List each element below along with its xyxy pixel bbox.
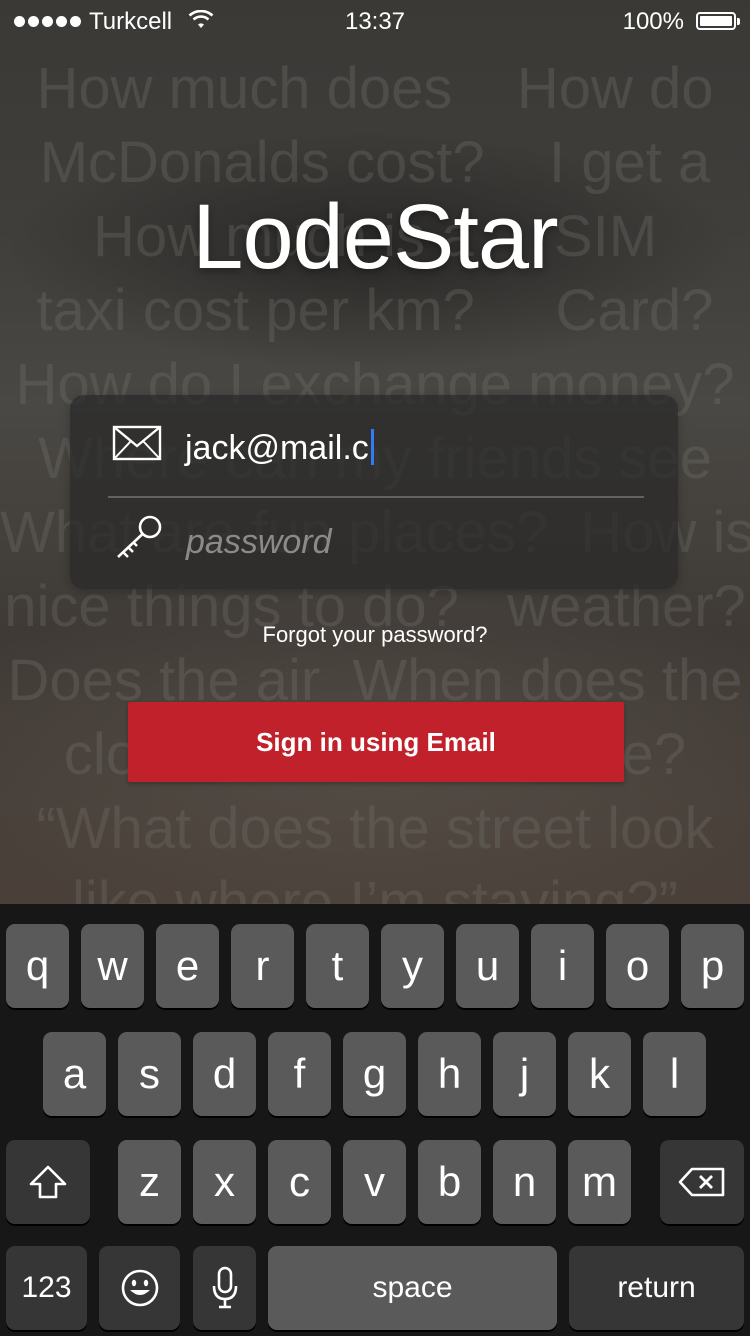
text-caret: [370, 429, 374, 465]
emoji-key[interactable]: [99, 1246, 180, 1330]
key-m[interactable]: m: [568, 1140, 631, 1224]
key-n[interactable]: n: [493, 1140, 556, 1224]
app-logo-title: LodeStar: [192, 186, 558, 288]
key-d[interactable]: d: [193, 1032, 256, 1116]
key-u[interactable]: u: [456, 924, 519, 1008]
status-bar: Turkcell 13:37 100%: [0, 0, 750, 44]
space-key[interactable]: space: [268, 1246, 557, 1330]
email-field[interactable]: jack@mail.c: [70, 395, 678, 491]
return-key[interactable]: return: [569, 1246, 744, 1330]
numbers-key-label: 123: [21, 1271, 72, 1304]
forgot-password-link[interactable]: Forgot your password?: [0, 622, 750, 648]
space-key-label: space: [372, 1271, 453, 1304]
numbers-key[interactable]: 123: [6, 1246, 87, 1330]
shift-key[interactable]: [6, 1140, 90, 1224]
key-p[interactable]: p: [681, 924, 744, 1008]
key-x[interactable]: x: [193, 1140, 256, 1224]
microphone-icon: [212, 1266, 237, 1309]
key-t[interactable]: t: [306, 924, 369, 1008]
key-o[interactable]: o: [606, 924, 669, 1008]
key-e[interactable]: e: [156, 924, 219, 1008]
key-f[interactable]: f: [268, 1032, 331, 1116]
key-y[interactable]: y: [381, 924, 444, 1008]
key-h[interactable]: h: [418, 1032, 481, 1116]
backspace-icon: [678, 1167, 725, 1197]
key-j[interactable]: j: [493, 1032, 556, 1116]
keyboard: q w e r t y u i o p a s d f g h j k l z …: [0, 904, 750, 1336]
battery-percent: 100%: [622, 8, 684, 35]
email-input[interactable]: jack@mail.c: [185, 429, 374, 468]
key-v[interactable]: v: [343, 1140, 406, 1224]
key-i[interactable]: i: [531, 924, 594, 1008]
key-r[interactable]: r: [231, 924, 294, 1008]
key-k[interactable]: k: [568, 1032, 631, 1116]
key-w[interactable]: w: [81, 924, 144, 1008]
key-a[interactable]: a: [43, 1032, 106, 1116]
password-input-placeholder[interactable]: password: [186, 523, 332, 562]
key-icon: [117, 515, 162, 558]
shift-arrow-icon: [29, 1165, 67, 1199]
key-l[interactable]: l: [643, 1032, 706, 1116]
dictation-key[interactable]: [193, 1246, 256, 1330]
sign-in-email-button[interactable]: Sign in using Email: [128, 702, 624, 782]
email-value: jack@mail.c: [185, 429, 369, 467]
password-field[interactable]: password: [70, 493, 678, 589]
envelope-icon: [112, 425, 162, 461]
key-b[interactable]: b: [418, 1140, 481, 1224]
delete-key[interactable]: [660, 1140, 744, 1224]
key-z[interactable]: z: [118, 1140, 181, 1224]
return-key-label: return: [617, 1271, 696, 1304]
key-c[interactable]: c: [268, 1140, 331, 1224]
key-g[interactable]: g: [343, 1032, 406, 1116]
emoji-icon: [121, 1269, 158, 1307]
key-q[interactable]: q: [6, 924, 69, 1008]
login-form: jack@mail.c password: [70, 395, 678, 589]
battery-icon: [696, 12, 740, 30]
key-s[interactable]: s: [118, 1032, 181, 1116]
